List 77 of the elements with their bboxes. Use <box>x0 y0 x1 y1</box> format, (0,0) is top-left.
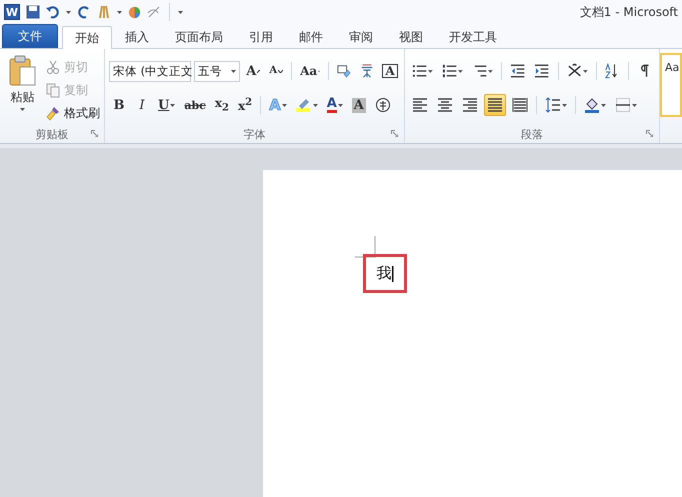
redo-icon[interactable] <box>77 5 91 19</box>
ribbon-tab[interactable]: 邮件 <box>286 25 336 48</box>
font-size-field[interactable]: 五号 <box>194 60 240 82</box>
decrease-indent-icon <box>510 63 526 79</box>
window-title: 文档1 - Microsoft <box>580 4 678 20</box>
justify-icon <box>487 97 503 113</box>
app-logo: W <box>4 4 20 20</box>
caret-icon <box>170 104 176 106</box>
distributed-icon <box>512 97 528 113</box>
dialog-launcher-icon[interactable] <box>391 130 398 137</box>
align-right-icon <box>462 97 478 113</box>
scissors-icon <box>45 59 61 75</box>
clipboard-icon <box>8 55 36 87</box>
caret-icon <box>632 104 637 106</box>
caret-icon <box>428 70 434 72</box>
ribbon-tab[interactable]: 审阅 <box>336 25 386 48</box>
caret-icon <box>20 108 25 111</box>
superscript-button[interactable]: x$^{2}$ <box>235 94 256 116</box>
paint-bucket-icon <box>584 97 600 113</box>
character-shading-button[interactable]: A <box>348 94 369 116</box>
brush-button[interactable]: 格式刷 <box>45 103 100 123</box>
brush-icon <box>45 105 61 121</box>
bullet-list-icon <box>412 63 428 79</box>
align-left-icon <box>412 97 428 113</box>
ribbon-tab[interactable]: 插入 <box>112 25 162 48</box>
multilevel-list-icon <box>472 63 488 79</box>
ribbon-tab[interactable]: 引用 <box>236 25 286 48</box>
font-color-button[interactable]: A <box>324 94 346 116</box>
ribbon-tab[interactable]: 视图 <box>386 25 436 48</box>
color-wheel-icon[interactable] <box>128 6 141 18</box>
group-label: 剪贴板 <box>36 126 68 142</box>
borders-icon <box>615 97 631 113</box>
ribbon-tab[interactable]: 开发工具 <box>436 25 510 48</box>
ribbon-tab[interactable]: 开始 <box>62 26 112 49</box>
caret-icon <box>282 104 287 106</box>
highlighter-icon <box>296 97 312 113</box>
caret-icon <box>458 70 464 72</box>
align-center-icon <box>437 97 453 113</box>
caret-icon <box>117 10 122 14</box>
caret-icon <box>488 70 494 72</box>
increase-indent-icon <box>534 63 550 79</box>
strikethrough-button[interactable]: abc <box>181 94 209 116</box>
paste-button[interactable]: 粘贴 <box>4 53 41 125</box>
dialog-launcher-icon[interactable] <box>91 130 98 137</box>
bold-button[interactable]: B <box>109 94 129 116</box>
shrink-font-button[interactable]: A <box>266 60 286 82</box>
font-name-field[interactable]: 宋体 (中文正文 <box>109 60 191 82</box>
caret-icon <box>338 104 343 106</box>
grow-font-button[interactable]: A <box>243 60 264 82</box>
caret-icon <box>66 10 71 14</box>
numbered-list-icon <box>442 63 458 79</box>
underline-button[interactable]: U <box>155 94 178 116</box>
caret-icon <box>562 104 567 106</box>
line-spacing-icon <box>545 97 561 113</box>
caret-icon <box>601 104 606 106</box>
file-tab[interactable]: 文件 <box>2 24 58 48</box>
caret-icon <box>178 10 183 14</box>
style-preview[interactable]: Aa <box>660 53 682 117</box>
change-case-button[interactable]: Aa <box>297 60 324 82</box>
text-cursor-icon <box>392 266 394 282</box>
caret-icon <box>231 70 236 72</box>
save-icon[interactable] <box>26 5 40 19</box>
caret-icon <box>582 70 588 72</box>
group-label: 字体 <box>244 126 266 142</box>
caret-icon <box>312 104 318 106</box>
down-caret-icon <box>278 70 284 72</box>
document-text: 我 <box>376 264 392 283</box>
italic-button[interactable]: I <box>132 94 152 116</box>
subscript-button[interactable]: x$_{2}$ <box>212 94 232 116</box>
up-caret-icon <box>257 70 260 72</box>
undo-icon[interactable] <box>46 5 60 19</box>
copy-icon <box>45 82 61 98</box>
crop-mark-icon <box>355 236 377 258</box>
enclosed-character-icon <box>374 97 391 113</box>
group-label: 段落 <box>521 126 543 142</box>
dialog-launcher-icon[interactable] <box>646 130 653 137</box>
ribbon-tab[interactable]: 页面布局 <box>162 25 236 48</box>
